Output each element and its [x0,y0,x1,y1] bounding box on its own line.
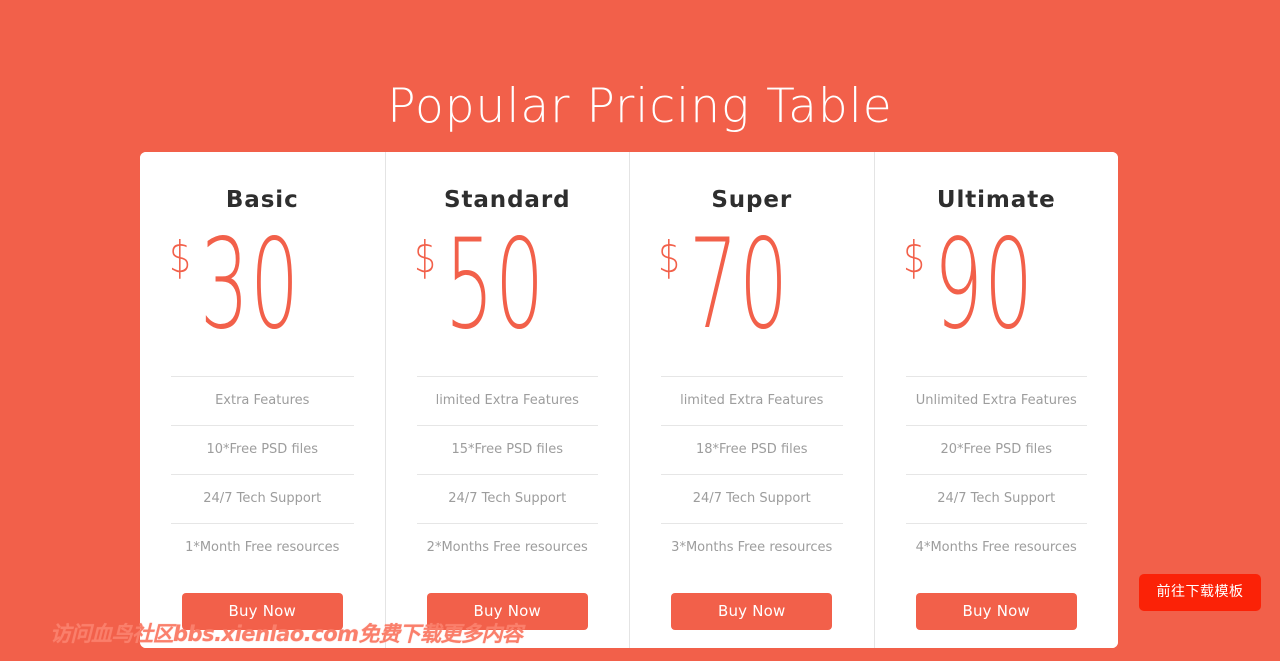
feature-item: Unlimited Extra Features [905,376,1087,425]
plan-title: Basic [225,187,299,213]
buy-now-button[interactable]: Buy Now [671,593,833,630]
feature-item: 18*Free PSD files [661,425,843,474]
feature-item: 2*Months Free resources [416,523,598,572]
pricing-plan-super: Super $ 70 limited Extra Features 18*Fre… [629,152,874,648]
currency-symbol: $ [169,232,191,283]
feature-item: 24/7 Tech Support [661,474,843,523]
plan-title: Standard [444,187,571,213]
page-title: Popular Pricing Table [387,79,893,135]
feature-item: 24/7 Tech Support [905,474,1087,523]
plan-price: $ 50 [386,213,630,368]
buy-now-button[interactable]: Buy Now [181,593,343,630]
currency-symbol: $ [658,232,681,283]
feature-item: 20*Free PSD files [905,425,1087,474]
price-amount: 30 [199,213,301,357]
currency-symbol: $ [903,232,925,283]
feature-list: Extra Features 10*Free PSD files 24/7 Te… [140,376,385,572]
price-amount: 90 [933,213,1035,357]
pricing-plan-ultimate: Ultimate $ 90 Unlimited Extra Features 2… [873,152,1119,648]
feature-list: Unlimited Extra Features 20*Free PSD fil… [875,376,1119,572]
plan-price: $ 90 [875,213,1119,368]
feature-item: limited Extra Features [661,376,843,425]
plan-title: Super [711,187,793,213]
feature-list: limited Extra Features 15*Free PSD files… [386,376,630,572]
pricing-plan-standard: Standard $ 50 limited Extra Features 15*… [384,152,630,648]
feature-item: Extra Features [171,376,354,425]
buy-now-button[interactable]: Buy Now [915,593,1077,630]
plan-price: $ 30 [140,213,385,368]
price-amount: 70 [689,213,790,357]
feature-item: limited Extra Features [416,376,598,425]
currency-symbol: $ [414,232,436,283]
feature-item: 24/7 Tech Support [171,474,354,523]
cta-container: Buy Now [386,593,630,630]
feature-item: 3*Months Free resources [661,523,843,572]
cta-container: Buy Now [140,593,385,630]
price-amount: 50 [444,213,546,357]
feature-item: 4*Months Free resources [905,523,1087,572]
download-template-button[interactable]: 前往下载模板 [1139,574,1261,611]
pricing-table: Basic $ 30 Extra Features 10*Free PSD fi… [140,152,1118,648]
cta-container: Buy Now [630,593,874,630]
feature-item: 15*Free PSD files [416,425,598,474]
cta-container: Buy Now [875,593,1119,630]
feature-item: 24/7 Tech Support [416,474,598,523]
plan-title: Ultimate [936,187,1056,213]
feature-list: limited Extra Features 18*Free PSD files… [630,376,874,572]
feature-item: 10*Free PSD files [171,425,354,474]
feature-item: 1*Month Free resources [171,523,354,572]
buy-now-button[interactable]: Buy Now [426,593,588,630]
pricing-plan-basic: Basic $ 30 Extra Features 10*Free PSD fi… [140,152,385,648]
plan-price: $ 70 [630,213,874,368]
